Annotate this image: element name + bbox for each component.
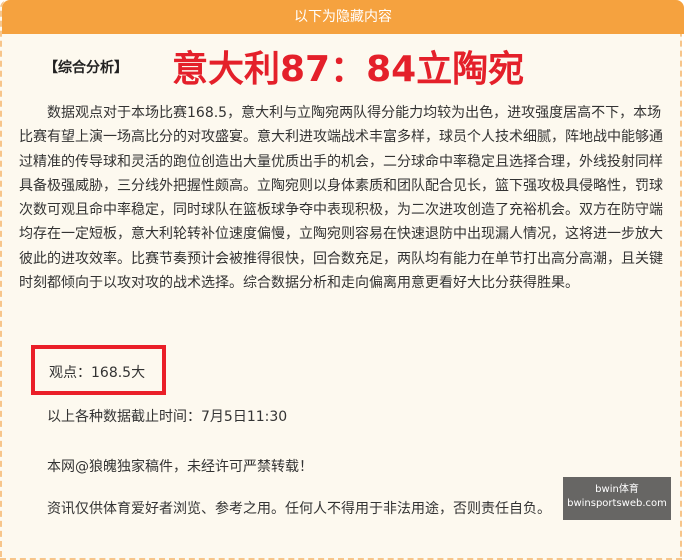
hidden-content-panel: 以下为隐藏内容 【综合分析】 意大利87：84立陶宛 数据观点对于本场比赛168…	[0, 0, 684, 560]
copyright-notice: 本网@狼魄独家稿件，未经许可严禁转载！	[47, 459, 313, 475]
analysis-paragraph: 数据观点对于本场比赛168.5，意大利与立陶宛两队得分能力均较为出色，进攻强度居…	[19, 105, 663, 292]
title-row: 【综合分析】 意大利87：84立陶宛	[2, 40, 684, 90]
site-watermark: bwin体育 bwinsportsweb.com	[563, 477, 671, 520]
watermark-brand: bwin体育	[595, 484, 639, 495]
section-label: 【综合分析】	[44, 60, 128, 76]
view-highlight-box: 观点：168.5大	[31, 345, 166, 395]
hidden-content-banner: 以下为隐藏内容	[2, 0, 684, 34]
match-headline: 意大利87：84立陶宛	[172, 49, 525, 90]
watermark-url: bwinsportsweb.com	[567, 498, 667, 509]
data-cutoff-time: 以上各种数据截止时间：7月5日11:30	[47, 409, 288, 425]
disclaimer: 资讯仅供体育爱好者浏览、参考之用。任何人不得用于非法用途，否则责任自负。	[47, 501, 551, 517]
view-prediction: 观点：168.5大	[49, 365, 146, 381]
